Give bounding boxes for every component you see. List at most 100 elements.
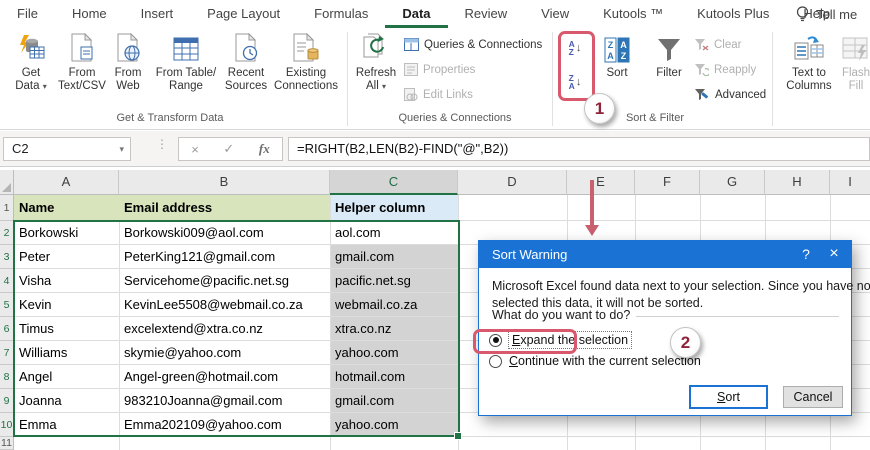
- radio-unselected-icon[interactable]: [489, 354, 502, 368]
- clear-filter-button[interactable]: Clear: [694, 38, 741, 51]
- row-header-3[interactable]: 3: [0, 245, 14, 269]
- dialog-help-button[interactable]: ?: [793, 241, 819, 268]
- tell-me-box[interactable]: Tell me: [816, 1, 857, 28]
- radio-continue-selection[interactable]: Continue with the current selection: [489, 354, 701, 368]
- fill-handle[interactable]: [454, 432, 462, 440]
- tab-kutools[interactable]: Kutools ™: [586, 0, 680, 28]
- cell-b1[interactable]: Email address: [119, 195, 330, 221]
- from-table-range-button[interactable]: From Table/ Range: [146, 31, 226, 111]
- svg-text:A: A: [620, 40, 627, 50]
- row-header-7[interactable]: 7: [0, 341, 14, 365]
- column-header-a[interactable]: A: [14, 170, 119, 195]
- row-header-10[interactable]: 10: [0, 413, 14, 437]
- tab-file[interactable]: File: [0, 0, 55, 28]
- filter-button[interactable]: Filter: [648, 31, 690, 111]
- tab-home[interactable]: Home: [55, 0, 124, 28]
- column-header-b[interactable]: B: [119, 170, 330, 195]
- connections-file-icon: [292, 31, 320, 63]
- cell-b6[interactable]: excelextend@xtra.co.nz: [119, 317, 330, 341]
- column-header-g[interactable]: G: [700, 170, 765, 195]
- cell-a10[interactable]: Emma: [14, 413, 119, 437]
- sort-warning-dialog: Sort Warning ? × Microsoft Excel found d…: [478, 240, 870, 416]
- cell-b8[interactable]: Angel-green@hotmail.com: [119, 365, 330, 389]
- cell-a6[interactable]: Timus: [14, 317, 119, 341]
- row-header-5[interactable]: 5: [0, 293, 14, 317]
- refresh-all-button[interactable]: Refresh All ▾: [352, 31, 400, 111]
- column-header-i[interactable]: I: [830, 170, 870, 195]
- tab-kutools-plus[interactable]: Kutools Plus: [680, 0, 786, 28]
- dropdown-caret-icon: ▾: [381, 82, 386, 91]
- insert-function-icon[interactable]: fx: [259, 141, 270, 157]
- existing-connections-button[interactable]: Existing Connections: [268, 31, 344, 111]
- cell-c1[interactable]: Helper column: [330, 195, 458, 221]
- flash-fill-label: Flash Fill: [841, 67, 870, 92]
- tab-formulas[interactable]: Formulas: [297, 0, 385, 28]
- row-header-1[interactable]: 1: [0, 195, 14, 221]
- name-box-caret-icon[interactable]: ▾: [119, 138, 124, 160]
- row-header-8[interactable]: 8: [0, 365, 14, 389]
- enter-entry-icon[interactable]: ✓: [223, 141, 234, 157]
- cell-c9[interactable]: gmail.com: [330, 389, 458, 413]
- column-header-d[interactable]: D: [458, 170, 567, 195]
- cell-a5[interactable]: Kevin: [14, 293, 119, 317]
- cell-c7[interactable]: yahoo.com: [330, 341, 458, 365]
- cell-b5[interactable]: KevinLee5508@webmail.co.za: [119, 293, 330, 317]
- tab-page-layout[interactable]: Page Layout: [190, 0, 297, 28]
- cell-b9[interactable]: 983210Joanna@gmail.com: [119, 389, 330, 413]
- row-header-6[interactable]: 6: [0, 317, 14, 341]
- column-header-h[interactable]: H: [765, 170, 830, 195]
- cell-c4[interactable]: pacific.net.sg: [330, 269, 458, 293]
- cancel-entry-icon[interactable]: ×: [191, 142, 199, 157]
- column-header-f[interactable]: F: [635, 170, 700, 195]
- select-all-button[interactable]: [0, 170, 14, 195]
- cell-a9[interactable]: Joanna: [14, 389, 119, 413]
- edit-links-button[interactable]: Edit Links: [404, 88, 473, 101]
- row-header-9[interactable]: 9: [0, 389, 14, 413]
- cell-c10[interactable]: yahoo.com: [330, 413, 458, 437]
- get-data-button[interactable]: Get Data ▾: [8, 31, 54, 111]
- row-header-11[interactable]: 11: [0, 437, 14, 450]
- cell-a8[interactable]: Angel: [14, 365, 119, 389]
- from-web-button[interactable]: From Web: [108, 31, 148, 111]
- clock-file-icon: [233, 31, 259, 63]
- cell-b7[interactable]: skymie@yahoo.com: [119, 341, 330, 365]
- cell-b3[interactable]: PeterKing121@gmail.com: [119, 245, 330, 269]
- cell-c2[interactable]: aol.com: [330, 221, 458, 245]
- cell-b4[interactable]: Servicehome@pacific.net.sg: [119, 269, 330, 293]
- excel-window: File Home Insert Page Layout Formulas Da…: [0, 0, 870, 450]
- properties-button[interactable]: Properties: [404, 63, 475, 76]
- cell-c3[interactable]: gmail.com: [330, 245, 458, 269]
- cell-a1[interactable]: Name: [14, 195, 119, 221]
- cell-c5[interactable]: webmail.co.za: [330, 293, 458, 317]
- cell-a7[interactable]: Williams: [14, 341, 119, 365]
- name-box[interactable]: C2 ▾: [3, 137, 131, 161]
- dialog-close-button[interactable]: ×: [821, 241, 847, 268]
- cell-a3[interactable]: Peter: [14, 245, 119, 269]
- annotation-frame-sort-buttons: [558, 31, 595, 101]
- formula-input[interactable]: =RIGHT(B2,LEN(B2)-FIND("@",B2)): [288, 137, 870, 161]
- tab-review[interactable]: Review: [448, 0, 525, 28]
- row-header-2[interactable]: 2: [0, 221, 14, 245]
- cell-c6[interactable]: xtra.co.nz: [330, 317, 458, 341]
- tab-view[interactable]: View: [524, 0, 586, 28]
- column-header-e[interactable]: E: [567, 170, 635, 195]
- recent-sources-button[interactable]: Recent Sources: [224, 31, 268, 111]
- formula-bar-grip-icon[interactable]: ⋮: [156, 138, 168, 150]
- sort-confirm-button[interactable]: Sort: [689, 385, 768, 409]
- column-header-c[interactable]: C: [330, 170, 458, 195]
- cell-b10[interactable]: Emma202109@yahoo.com: [119, 413, 330, 437]
- cancel-button[interactable]: Cancel: [783, 386, 843, 408]
- advanced-filter-button[interactable]: Advanced: [694, 88, 766, 101]
- cell-c8[interactable]: hotmail.com: [330, 365, 458, 389]
- reapply-filter-button[interactable]: Reapply: [694, 63, 756, 76]
- text-to-columns-button[interactable]: Text to Columns: [782, 31, 836, 111]
- tab-data[interactable]: Data: [385, 0, 448, 28]
- tab-insert[interactable]: Insert: [124, 0, 191, 28]
- cell-b2[interactable]: Borkowski009@aol.com: [119, 221, 330, 245]
- queries-connections-button[interactable]: Queries & Connections: [404, 38, 542, 51]
- cell-a2[interactable]: Borkowski: [14, 221, 119, 245]
- from-text-csv-button[interactable]: From Text/CSV: [57, 31, 107, 111]
- row-header-4[interactable]: 4: [0, 269, 14, 293]
- flash-fill-button[interactable]: Flash Fill: [838, 31, 870, 111]
- cell-a4[interactable]: Visha: [14, 269, 119, 293]
